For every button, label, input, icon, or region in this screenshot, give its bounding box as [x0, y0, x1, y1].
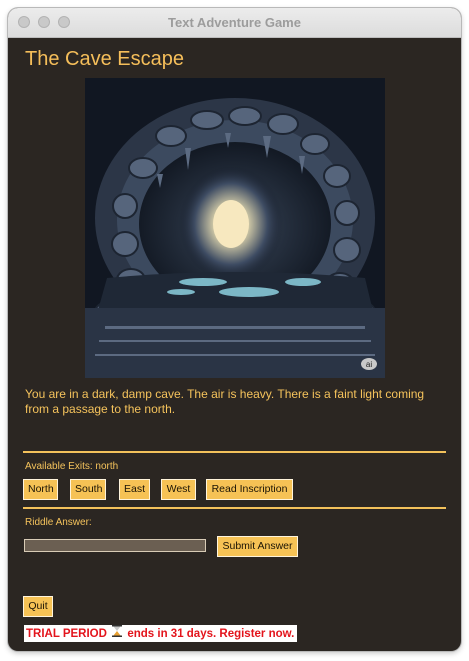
room-description: You are in a dark, damp cave. The air is… [25, 387, 425, 416]
quit-button[interactable]: Quit [23, 596, 53, 617]
west-button[interactable]: West [161, 479, 196, 500]
hourglass-icon [112, 625, 123, 643]
riddle-answer-label: Riddle Answer: [25, 517, 92, 528]
submit-answer-button[interactable]: Submit Answer [217, 536, 298, 557]
cave-scene-image: ai [85, 78, 385, 378]
east-button[interactable]: East [119, 479, 150, 500]
south-button[interactable]: South [70, 479, 106, 500]
riddle-answer-input[interactable] [24, 539, 206, 552]
available-exits-label: Available Exits: north [25, 461, 119, 472]
app-window: Text Adventure Game The Cave Escape ai Y… [8, 8, 461, 651]
trial-suffix: ends in 31 days. Register now. [127, 628, 295, 641]
divider [23, 507, 446, 509]
read-inscription-button[interactable]: Read Inscription [206, 479, 293, 500]
trial-banner: TRIAL PERIOD ends in 31 days. Register n… [24, 625, 297, 642]
trial-prefix: TRIAL PERIOD [26, 628, 107, 641]
divider [23, 451, 446, 453]
window-title: Text Adventure Game [168, 15, 301, 30]
north-button[interactable]: North [23, 479, 58, 500]
game-title: The Cave Escape [25, 48, 184, 70]
ai-badge: ai [366, 360, 372, 369]
title-bar[interactable]: Text Adventure Game [8, 8, 461, 38]
